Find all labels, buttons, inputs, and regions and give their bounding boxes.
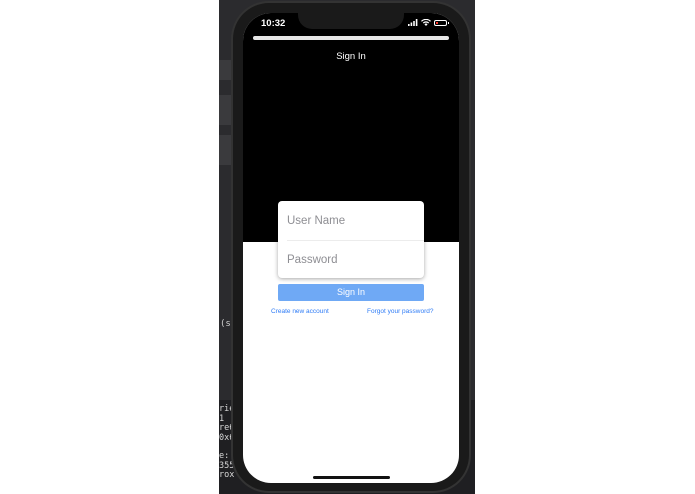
page-title: Sign In bbox=[336, 51, 366, 62]
status-time: 10:32 bbox=[261, 18, 286, 29]
home-indicator[interactable] bbox=[313, 476, 390, 479]
battery-icon bbox=[434, 19, 449, 26]
device-notch bbox=[298, 13, 404, 29]
username-input[interactable] bbox=[278, 202, 424, 240]
battery-nub bbox=[448, 21, 449, 24]
sheet-top-bar bbox=[253, 36, 449, 40]
signal-icon bbox=[408, 19, 418, 26]
login-card bbox=[278, 201, 424, 278]
create-account-link[interactable]: Create new account bbox=[271, 308, 329, 315]
console-line: rox bbox=[219, 470, 235, 480]
simulator-stage: rie 1 : re6 0x6 e: ( 355 rox (s: 10:32 S… bbox=[0, 0, 695, 494]
battery-level bbox=[436, 21, 438, 24]
sign-in-button[interactable]: Sign In bbox=[278, 284, 424, 301]
password-input[interactable] bbox=[278, 241, 424, 278]
status-icons bbox=[408, 19, 449, 26]
device-screen: 10:32 Sign In Sign I bbox=[243, 13, 459, 483]
wifi-icon bbox=[421, 19, 431, 26]
forgot-password-link[interactable]: Forgot your password? bbox=[367, 308, 433, 315]
